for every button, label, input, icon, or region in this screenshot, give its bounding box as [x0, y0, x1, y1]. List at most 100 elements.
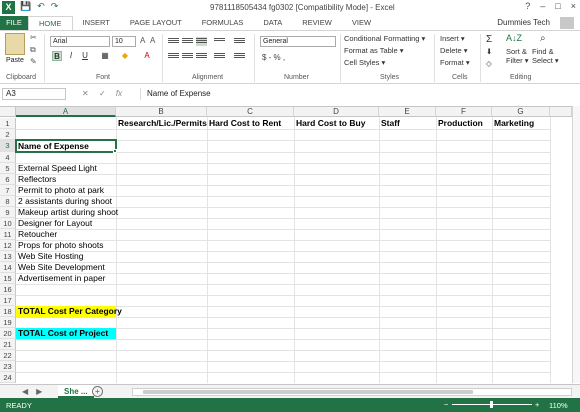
- zoom-level[interactable]: 110%: [549, 401, 568, 410]
- save-icon[interactable]: 💾: [20, 1, 31, 12]
- zoom-out-button[interactable]: −: [444, 400, 448, 409]
- horizontal-scrollbar[interactable]: [132, 388, 572, 396]
- cell-a9[interactable]: Makeup artist during shoot: [16, 207, 118, 218]
- sheet-prev-icon[interactable]: ◀: [22, 387, 28, 396]
- column-header-g[interactable]: G: [492, 107, 550, 117]
- cut-icon[interactable]: ✂: [30, 34, 40, 42]
- row-header[interactable]: 3: [0, 140, 16, 152]
- find-select-icon[interactable]: ⌕: [540, 33, 546, 44]
- row-header[interactable]: 19: [0, 317, 16, 328]
- delete-cells-button[interactable]: Delete ▾: [440, 46, 468, 55]
- formula-input[interactable]: Name of Expense: [140, 88, 578, 100]
- font-size-dropdown[interactable]: 10: [112, 36, 136, 47]
- align-left-icon[interactable]: [168, 52, 179, 61]
- conditional-formatting-button[interactable]: Conditional Formatting ▾: [344, 34, 425, 43]
- user-name[interactable]: Dummies Tech: [497, 18, 550, 27]
- bold-button[interactable]: B: [52, 51, 62, 61]
- cell-d1[interactable]: Hard Cost to Buy: [294, 118, 365, 129]
- column-header-a[interactable]: A: [16, 107, 116, 117]
- sort-filter-icon[interactable]: A↓Z: [506, 33, 522, 43]
- fill-handle[interactable]: [113, 149, 117, 153]
- underline-button[interactable]: U: [80, 51, 90, 61]
- cell-a12[interactable]: Props for photo shoots: [16, 240, 104, 251]
- tab-file[interactable]: FILE: [0, 16, 28, 30]
- select-all-corner[interactable]: [0, 107, 16, 117]
- cell-a10[interactable]: Designer for Layout: [16, 218, 92, 229]
- zoom-in-button[interactable]: +: [535, 400, 539, 409]
- column-header-e[interactable]: E: [379, 107, 436, 117]
- cancel-icon[interactable]: ✕: [82, 89, 89, 98]
- fill-color-icon[interactable]: ◆: [120, 51, 130, 61]
- wrap-text-icon[interactable]: [234, 37, 245, 46]
- format-painter-icon[interactable]: ✎: [30, 58, 40, 66]
- row-header[interactable]: 15: [0, 273, 16, 284]
- grow-font-icon[interactable]: A: [140, 37, 150, 45]
- paste-icon[interactable]: [5, 33, 25, 55]
- column-header-f[interactable]: F: [436, 107, 492, 117]
- minimize-icon[interactable]: –: [540, 1, 545, 11]
- row-header[interactable]: 9: [0, 207, 16, 218]
- enter-icon[interactable]: ✓: [99, 89, 106, 98]
- merge-center-icon[interactable]: [234, 52, 245, 61]
- copy-icon[interactable]: ⧉: [30, 46, 40, 54]
- cell-f1[interactable]: Production: [436, 118, 483, 129]
- tab-formulas[interactable]: FORMULAS: [192, 16, 254, 30]
- row-header[interactable]: 18: [0, 306, 16, 317]
- row-header[interactable]: 5: [0, 163, 16, 174]
- tab-data[interactable]: DATA: [253, 16, 292, 30]
- row-header[interactable]: 14: [0, 262, 16, 273]
- align-right-icon[interactable]: [196, 52, 207, 61]
- row-header[interactable]: 8: [0, 196, 16, 207]
- format-cells-button[interactable]: Format ▾: [440, 58, 470, 67]
- cell-a6[interactable]: Reflectors: [16, 174, 56, 185]
- close-icon[interactable]: ×: [571, 1, 576, 11]
- cell-styles-button[interactable]: Cell Styles ▾: [344, 58, 385, 67]
- paste-button[interactable]: Paste: [6, 57, 24, 64]
- font-name-dropdown[interactable]: Arial: [50, 36, 110, 47]
- column-header-b[interactable]: B: [116, 107, 207, 117]
- row-header[interactable]: 22: [0, 350, 16, 361]
- cell-a20[interactable]: TOTAL Cost of Project: [16, 328, 116, 339]
- cell-g1[interactable]: Marketing: [492, 118, 534, 129]
- row-header[interactable]: 12: [0, 240, 16, 251]
- tab-review[interactable]: REVIEW: [292, 16, 342, 30]
- add-sheet-button[interactable]: +: [92, 386, 103, 397]
- row-header[interactable]: 6: [0, 174, 16, 185]
- italic-button[interactable]: I: [66, 51, 76, 61]
- column-header-c[interactable]: C: [207, 107, 294, 117]
- align-bottom-icon[interactable]: [196, 37, 207, 46]
- row-header[interactable]: 17: [0, 295, 16, 306]
- sheet-next-icon[interactable]: ▶: [36, 387, 42, 396]
- format-as-table-button[interactable]: Format as Table ▾: [344, 46, 403, 55]
- row-header[interactable]: 10: [0, 218, 16, 229]
- help-icon[interactable]: ?: [525, 1, 530, 11]
- cell-a5[interactable]: External Speed Light: [16, 163, 97, 174]
- column-header-d[interactable]: D: [294, 107, 379, 117]
- tab-home[interactable]: HOME: [28, 16, 73, 30]
- name-box[interactable]: A3: [2, 88, 66, 100]
- align-center-icon[interactable]: [182, 52, 193, 61]
- spreadsheet-grid[interactable]: A B C D E F G 1 2 3 4 5 6 7 8 9 10 11 12…: [0, 106, 580, 383]
- horizontal-scroll-thumb[interactable]: [143, 390, 473, 394]
- row-header[interactable]: 21: [0, 339, 16, 350]
- row-header[interactable]: 7: [0, 185, 16, 196]
- insert-cells-button[interactable]: Insert ▾: [440, 34, 465, 43]
- cell-a15[interactable]: Advertisement in paper: [16, 273, 105, 284]
- row-header[interactable]: 11: [0, 229, 16, 240]
- orientation-icon[interactable]: [214, 37, 225, 46]
- fill-icon[interactable]: ⬇: [486, 47, 492, 56]
- borders-icon[interactable]: ▦: [100, 51, 110, 61]
- align-top-icon[interactable]: [168, 37, 179, 46]
- row-header[interactable]: 23: [0, 361, 16, 372]
- number-format-dropdown[interactable]: General: [260, 36, 336, 47]
- undo-icon[interactable]: ↶: [37, 1, 45, 12]
- row-header[interactable]: 1: [0, 118, 16, 129]
- cell-a13[interactable]: Web Site Hosting: [16, 251, 84, 262]
- cell-a14[interactable]: Web Site Development: [16, 262, 105, 273]
- sheet-tab[interactable]: She ...: [58, 385, 94, 398]
- redo-icon[interactable]: ↷: [51, 1, 59, 12]
- row-header[interactable]: 24: [0, 372, 16, 383]
- tab-view[interactable]: VIEW: [342, 16, 381, 30]
- cell-a11[interactable]: Retoucher: [16, 229, 57, 240]
- number-format-buttons[interactable]: $ - % ,: [262, 53, 285, 62]
